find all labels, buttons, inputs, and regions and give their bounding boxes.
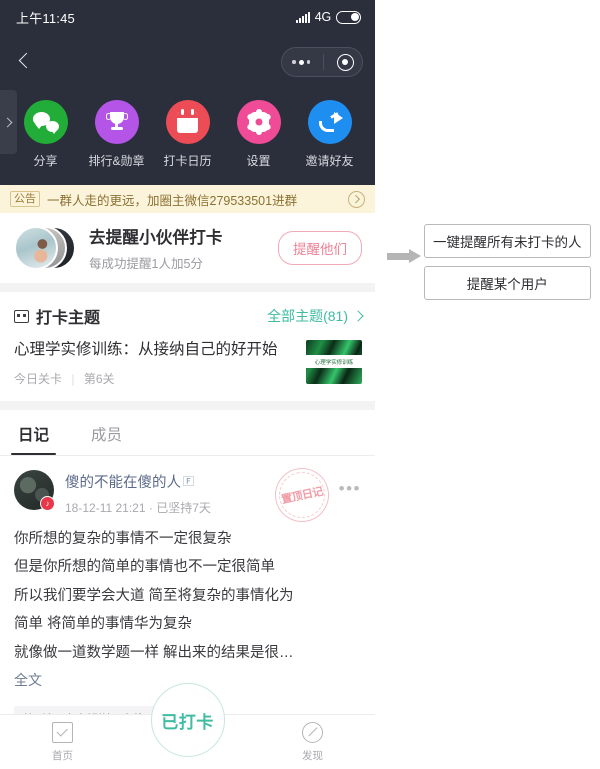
theme-thumbnail-band: 心理学实修训练	[306, 355, 362, 368]
theme-section-title: 打卡主题	[36, 310, 101, 327]
phone-screen: 上午11:45 4G 分享 排行&勋章 打卡日历 设置 邀请好友 公告 一群人走…	[0, 0, 375, 769]
theme-meta-left: 今日关卡	[14, 371, 63, 386]
announcement-text: 一群人走的更远，加圈主微信279533501进群	[47, 193, 298, 208]
quick-action-label: 邀请好友	[305, 154, 354, 168]
status-bar: 上午11:45 4G	[0, 0, 375, 34]
callout-remind-all-button[interactable]: 一键提醒所有未打卡的人	[424, 224, 591, 258]
post-more-icon[interactable]: •••	[339, 480, 361, 497]
theme-item[interactable]: 心理学实修训练：从接纳自己的好开始 今日关卡 | 第6关 心理学实修训练	[0, 338, 375, 401]
post-author-suffix: 🄵	[183, 476, 194, 489]
avatar-stack	[14, 226, 76, 270]
nav-bar	[0, 34, 375, 90]
calendar-icon	[165, 100, 210, 144]
theme-section: 打卡主题 全部主题(81) 心理学实修训练：从接纳自己的好开始 今日关卡 | 第…	[0, 292, 375, 401]
avatar-badge: ♪	[40, 495, 55, 511]
announcement-tag: 公告	[10, 190, 40, 208]
quick-action-label: 分享	[33, 154, 58, 168]
theme-thumbnail: 心理学实修训练	[306, 340, 362, 384]
checkin-button[interactable]: 已打卡	[150, 683, 225, 757]
theme-board-icon	[14, 309, 29, 323]
theme-section-title-group: 打卡主题	[14, 304, 100, 328]
callout-remind-user-button[interactable]: 提醒某个用户	[424, 266, 591, 300]
tab-diary[interactable]: 日记	[10, 410, 57, 455]
post-body: 你所想的复杂的事情不一定很复杂 但是你所想的简单的事情也不一定很简单 所以我们要…	[14, 528, 361, 664]
more-dots-icon[interactable]	[292, 59, 310, 65]
quick-action-calendar[interactable]: 打卡日历	[155, 100, 221, 169]
post-time-value: 18-12-11 21:21	[65, 500, 146, 515]
chevron-right-circle-icon[interactable]	[348, 190, 365, 208]
reminder-title: 去提醒小伙伴打卡	[89, 229, 223, 247]
trophy-icon	[94, 100, 139, 144]
bottom-nav: 首页 发现 已打卡	[0, 683, 375, 769]
screenshot-root: 上午11:45 4G 分享 排行&勋章 打卡日历 设置 邀请好友 公告 一群人走…	[0, 0, 600, 769]
section-divider	[0, 283, 375, 292]
chevron-right-icon	[352, 310, 364, 322]
reminder-text: 去提醒小伙伴打卡 每成功提醒1人加5分	[89, 224, 278, 272]
quick-action-ranking[interactable]: 排行&勋章	[84, 100, 150, 169]
theme-section-header: 打卡主题 全部主题(81)	[0, 292, 375, 338]
post-author-name: 傻的不能在傻的人	[65, 474, 181, 491]
quick-action-label: 打卡日历	[163, 154, 212, 168]
status-bar-time: 上午11:45	[16, 10, 75, 26]
nav-item-discover[interactable]: 发现	[250, 721, 375, 763]
theme-item-meta: 今日关卡 | 第6关	[14, 370, 294, 387]
post-streak: 已坚持7天	[156, 500, 211, 515]
theme-item-text: 心理学实修训练：从接纳自己的好开始 今日关卡 | 第6关	[14, 340, 306, 387]
post-line: 你所想的复杂的事情不一定很复杂	[14, 530, 232, 547]
reminder-row: 去提醒小伙伴打卡 每成功提醒1人加5分 提醒他们	[0, 213, 375, 283]
post-line: 就像做一道数学题一样 解出来的结果是很…	[14, 644, 294, 661]
theme-meta-right: 第6关	[83, 371, 115, 386]
status-bar-indicators: 4G	[295, 10, 361, 24]
theme-meta-separator: |	[71, 371, 75, 386]
quick-action-settings[interactable]: 设置	[226, 100, 292, 169]
right-arrow-icon	[387, 249, 421, 263]
post-line: 所以我们要学会大道 简至将复杂的事情化为	[14, 587, 294, 604]
annotation-panel: 一键提醒所有未打卡的人 提醒某个用户	[375, 0, 600, 769]
target-circle-icon[interactable]	[336, 53, 354, 71]
nav-item-label: 发现	[302, 749, 323, 762]
avatar[interactable]: ♪	[14, 469, 55, 511]
reminder-card: 去提醒小伙伴打卡 每成功提醒1人加5分 提醒他们	[0, 213, 375, 283]
quick-action-invite[interactable]: 邀请好友	[297, 100, 363, 169]
nav-item-label: 首页	[52, 749, 73, 762]
quick-action-share[interactable]: 分享	[13, 100, 79, 169]
network-type-label: 4G	[314, 10, 331, 24]
tab-members[interactable]: 成员	[87, 410, 126, 455]
avatar	[14, 226, 58, 270]
back-chevron-icon[interactable]	[14, 51, 36, 73]
compass-icon	[302, 721, 323, 743]
theme-thumbnail-text: 心理学实修训练	[314, 360, 354, 366]
pinned-stamp-text: 置顶日记	[274, 467, 330, 523]
quick-action-label: 设置	[246, 154, 271, 168]
section-divider	[0, 400, 375, 410]
battery-icon	[336, 10, 361, 24]
miniprogram-capsule[interactable]	[281, 47, 363, 77]
wechat-icon	[23, 100, 68, 144]
quick-action-label: 排行&勋章	[88, 154, 145, 168]
capsule-divider	[323, 54, 324, 70]
post-time-separator: ·	[148, 500, 153, 515]
post-line: 简单 将简单的事情华为复杂	[14, 616, 193, 633]
signal-bars-icon	[295, 11, 310, 23]
announcement-bar[interactable]: 公告 一群人走的更远，加圈主微信279533501进群	[0, 185, 375, 213]
annotation-callouts: 一键提醒所有未打卡的人 提醒某个用户	[424, 224, 591, 300]
reminder-subtitle: 每成功提醒1人加5分	[89, 257, 203, 271]
post-line: 但是你所想的简单的事情也不一定很简单	[14, 559, 275, 576]
home-check-icon	[52, 721, 73, 743]
quick-actions-row: 分享 排行&勋章 打卡日历 设置 邀请好友	[0, 100, 375, 169]
theme-item-title: 心理学实修训练：从接纳自己的好开始	[14, 341, 278, 358]
expand-chevron-icon[interactable]	[0, 90, 17, 154]
share-arrow-icon	[307, 100, 352, 144]
nav-item-home[interactable]: 首页	[0, 721, 125, 763]
quick-actions-header: 分享 排行&勋章 打卡日历 设置 邀请好友	[0, 90, 375, 185]
gear-icon	[236, 100, 281, 144]
all-themes-label: 全部主题(81)	[267, 308, 348, 324]
content-tabs: 日记 成员	[0, 409, 375, 456]
diary-post: ♪ 傻的不能在傻的人 🄵 18-12-11 21:21 · 已坚持7天 置顶日记	[0, 455, 375, 691]
all-themes-link[interactable]: 全部主题(81)	[267, 306, 364, 326]
remind-them-button[interactable]: 提醒他们	[278, 231, 362, 265]
